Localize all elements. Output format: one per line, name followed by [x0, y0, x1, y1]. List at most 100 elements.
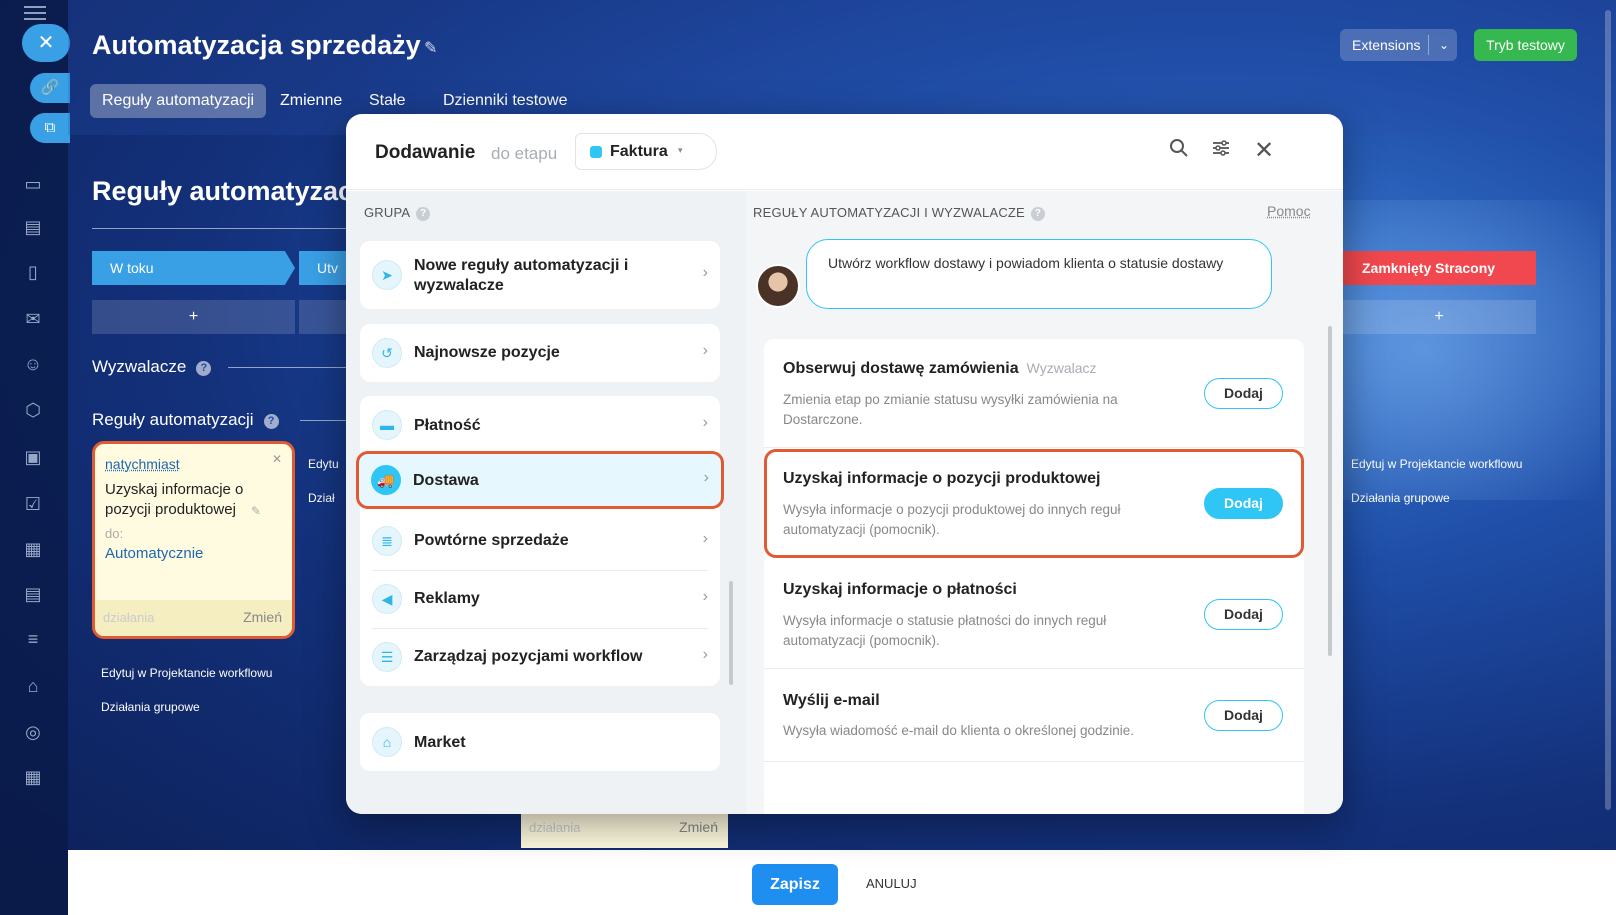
filter-icon: ☰: [372, 642, 402, 672]
stage-selector[interactable]: Faktura ▾: [575, 133, 717, 170]
rules-heading: Reguły automatyzacji?: [92, 410, 279, 430]
pencil-icon[interactable]: ✎: [251, 504, 261, 518]
group-item-new-rules[interactable]: ➤ Nowe reguły automatyzacji i wyzwalacze…: [360, 246, 720, 304]
calendar-icon[interactable]: ▦: [20, 537, 46, 561]
add-button[interactable]: Dodaj: [1204, 378, 1283, 409]
filter-settings-icon[interactable]: [1208, 138, 1234, 164]
tab-variables[interactable]: Zmienne: [280, 84, 342, 118]
change-link[interactable]: Zmień: [679, 819, 718, 835]
divider: [372, 570, 708, 571]
copilot-prompt-text: Utwórz workflow dostawy i powiadom klien…: [828, 255, 1224, 271]
group-actions-link[interactable]: Działania grupowe: [101, 700, 200, 714]
funnel-icon[interactable]: ≡: [20, 627, 46, 651]
help-icon[interactable]: ?: [416, 207, 431, 221]
rule-item[interactable]: Uzyskaj informacje o płatności Wysyła in…: [764, 559, 1304, 669]
tab-test-logs[interactable]: Dzienniki testowe: [443, 84, 568, 118]
page-scrollbar[interactable]: [1605, 10, 1611, 810]
groups-scrollbar[interactable]: [729, 581, 733, 685]
rule-timing-link[interactable]: natychmiast: [105, 456, 180, 472]
rules-scrollbar[interactable]: [1328, 326, 1332, 656]
rule-item-title: Obserwuj dostawę zamówienia Wyzwalacz: [783, 360, 1097, 378]
add-button[interactable]: Dodaj: [1204, 700, 1283, 731]
rule-card[interactable]: działania Zmień: [521, 810, 728, 848]
group-item-delivery[interactable]: 🚚 Dostawa ›: [356, 451, 724, 509]
help-icon[interactable]: ?: [1030, 207, 1045, 221]
rule-card[interactable]: natychmiast ✕ Uzyskaj informacje o pozyc…: [92, 441, 295, 639]
divider: [1428, 35, 1429, 55]
rule-item-title: Uzyskaj informacje o pozycji produktowej: [783, 470, 1101, 487]
edit-in-designer-link[interactable]: Edytu: [308, 457, 339, 471]
close-icon[interactable]: ✕: [272, 452, 282, 466]
link-icon[interactable]: 🔗: [30, 73, 70, 103]
chat-icon[interactable]: ▭: [20, 172, 46, 196]
edit-in-designer-link[interactable]: Edytuj w Projektancie workflowu: [1351, 457, 1522, 471]
save-button[interactable]: Zapisz: [752, 864, 838, 905]
menu-icon[interactable]: [24, 6, 46, 20]
group-item-recent[interactable]: ↺ Najnowsze pozycje ›: [360, 324, 720, 382]
monitor-icon[interactable]: ▣: [20, 445, 46, 469]
close-icon[interactable]: ✕: [1251, 138, 1277, 164]
stack-icon: ≣: [372, 526, 402, 556]
mail-icon[interactable]: ✉: [20, 307, 46, 331]
change-link[interactable]: Zmień: [243, 609, 282, 625]
chevron-down-icon: ▾: [678, 145, 683, 155]
group-actions-link[interactable]: Działania grupowe: [1351, 491, 1450, 505]
add-rule-button[interactable]: +: [92, 300, 295, 334]
document-icon[interactable]: ▯: [20, 260, 46, 284]
tab-constants[interactable]: Stałe: [369, 84, 405, 118]
group-label: Powtórne sprzedaże: [414, 532, 569, 549]
hexagon-icon[interactable]: ⬡: [20, 398, 46, 422]
stage-closed-lost: Zamknięty Stracony: [1342, 251, 1536, 285]
group-item-payment[interactable]: ▬ Płatność ›: [360, 396, 720, 454]
rule-item[interactable]: Uzyskaj informacje o pozycji produktowej…: [764, 449, 1304, 558]
page-title: Automatyzacja sprzedaży: [92, 30, 421, 60]
group-item-ads[interactable]: ◀ Reklamy ›: [360, 572, 720, 630]
group-actions-link[interactable]: Dział: [308, 491, 335, 505]
truck-icon: 🚚: [371, 465, 401, 495]
megaphone-icon: ◀: [372, 584, 402, 614]
tab-automation-rules[interactable]: Reguły automatyzacji: [90, 84, 267, 118]
help-icon[interactable]: ?: [196, 361, 212, 376]
store-icon[interactable]: ⌂: [20, 674, 46, 698]
target-icon[interactable]: ◎: [20, 720, 46, 744]
group-item-market[interactable]: ⌂ Market: [360, 713, 720, 771]
section-title: Reguły automatyzac: [92, 176, 354, 206]
cancel-button[interactable]: ANULUJ: [866, 876, 917, 891]
help-link[interactable]: Pomoc: [1267, 203, 1311, 219]
chevron-down-icon[interactable]: ⌄: [1439, 29, 1449, 61]
groups-panel: GRUPA? ➤ Nowe reguły automatyzacji i wyz…: [346, 191, 746, 814]
divider: [92, 228, 347, 229]
group-card: ▬ Płatność › 🚚 Dostawa › ≣ Powtórne sprz…: [356, 396, 724, 688]
add-rule-button[interactable]: +: [1342, 300, 1536, 334]
search-icon[interactable]: [1166, 138, 1192, 164]
rule-assignee-link[interactable]: Automatycznie: [105, 545, 203, 562]
extensions-button[interactable]: Extensions ⌄: [1340, 29, 1457, 61]
chevron-right-icon: ›: [702, 414, 708, 431]
test-mode-button[interactable]: Tryb testowy: [1474, 29, 1577, 61]
rule-item[interactable]: Obserwuj dostawę zamówienia Wyzwalacz Zmi…: [764, 339, 1304, 448]
drive-icon[interactable]: ▤: [20, 215, 46, 239]
rule-item-title: Uzyskaj informacje o płatności: [783, 581, 1017, 598]
pin-icon[interactable]: ✎: [424, 38, 437, 58]
card-icon[interactable]: ▤: [20, 582, 46, 606]
help-icon[interactable]: ?: [263, 414, 279, 429]
checkbox-icon[interactable]: ☑: [20, 492, 46, 516]
group-item-repeat-sales[interactable]: ≣ Powtórne sprzedaże ›: [360, 514, 720, 572]
contacts-icon[interactable]: ☺: [20, 352, 46, 376]
edit-in-designer-link[interactable]: Edytuj w Projektancie workflowu: [101, 666, 272, 680]
groups-label: GRUPA: [364, 205, 411, 220]
group-item-workflow[interactable]: ☰ Zarządzaj pozycjami workflow ›: [360, 630, 720, 688]
footer-bar: Zapisz ANULUJ: [68, 850, 1616, 915]
trigger-tag: Wyzwalacz: [1026, 360, 1097, 376]
divider: [372, 628, 708, 629]
rule-item[interactable]: Wyślij e-mail Wysyła wiadomość e-mail do…: [764, 670, 1304, 762]
table-icon[interactable]: ▦: [20, 765, 46, 789]
open-new-window-icon[interactable]: ⧉: [30, 113, 70, 143]
group-card: ⌂ Market: [360, 713, 720, 771]
copilot-prompt-bubble[interactable]: Utwórz workflow dostawy i powiadom klien…: [806, 239, 1272, 309]
add-button[interactable]: Dodaj: [1204, 488, 1283, 519]
add-button[interactable]: Dodaj: [1204, 599, 1283, 630]
close-slider-button[interactable]: ✕: [22, 24, 70, 62]
group-label: Płatność: [414, 417, 481, 434]
add-rule-button[interactable]: [299, 300, 347, 334]
